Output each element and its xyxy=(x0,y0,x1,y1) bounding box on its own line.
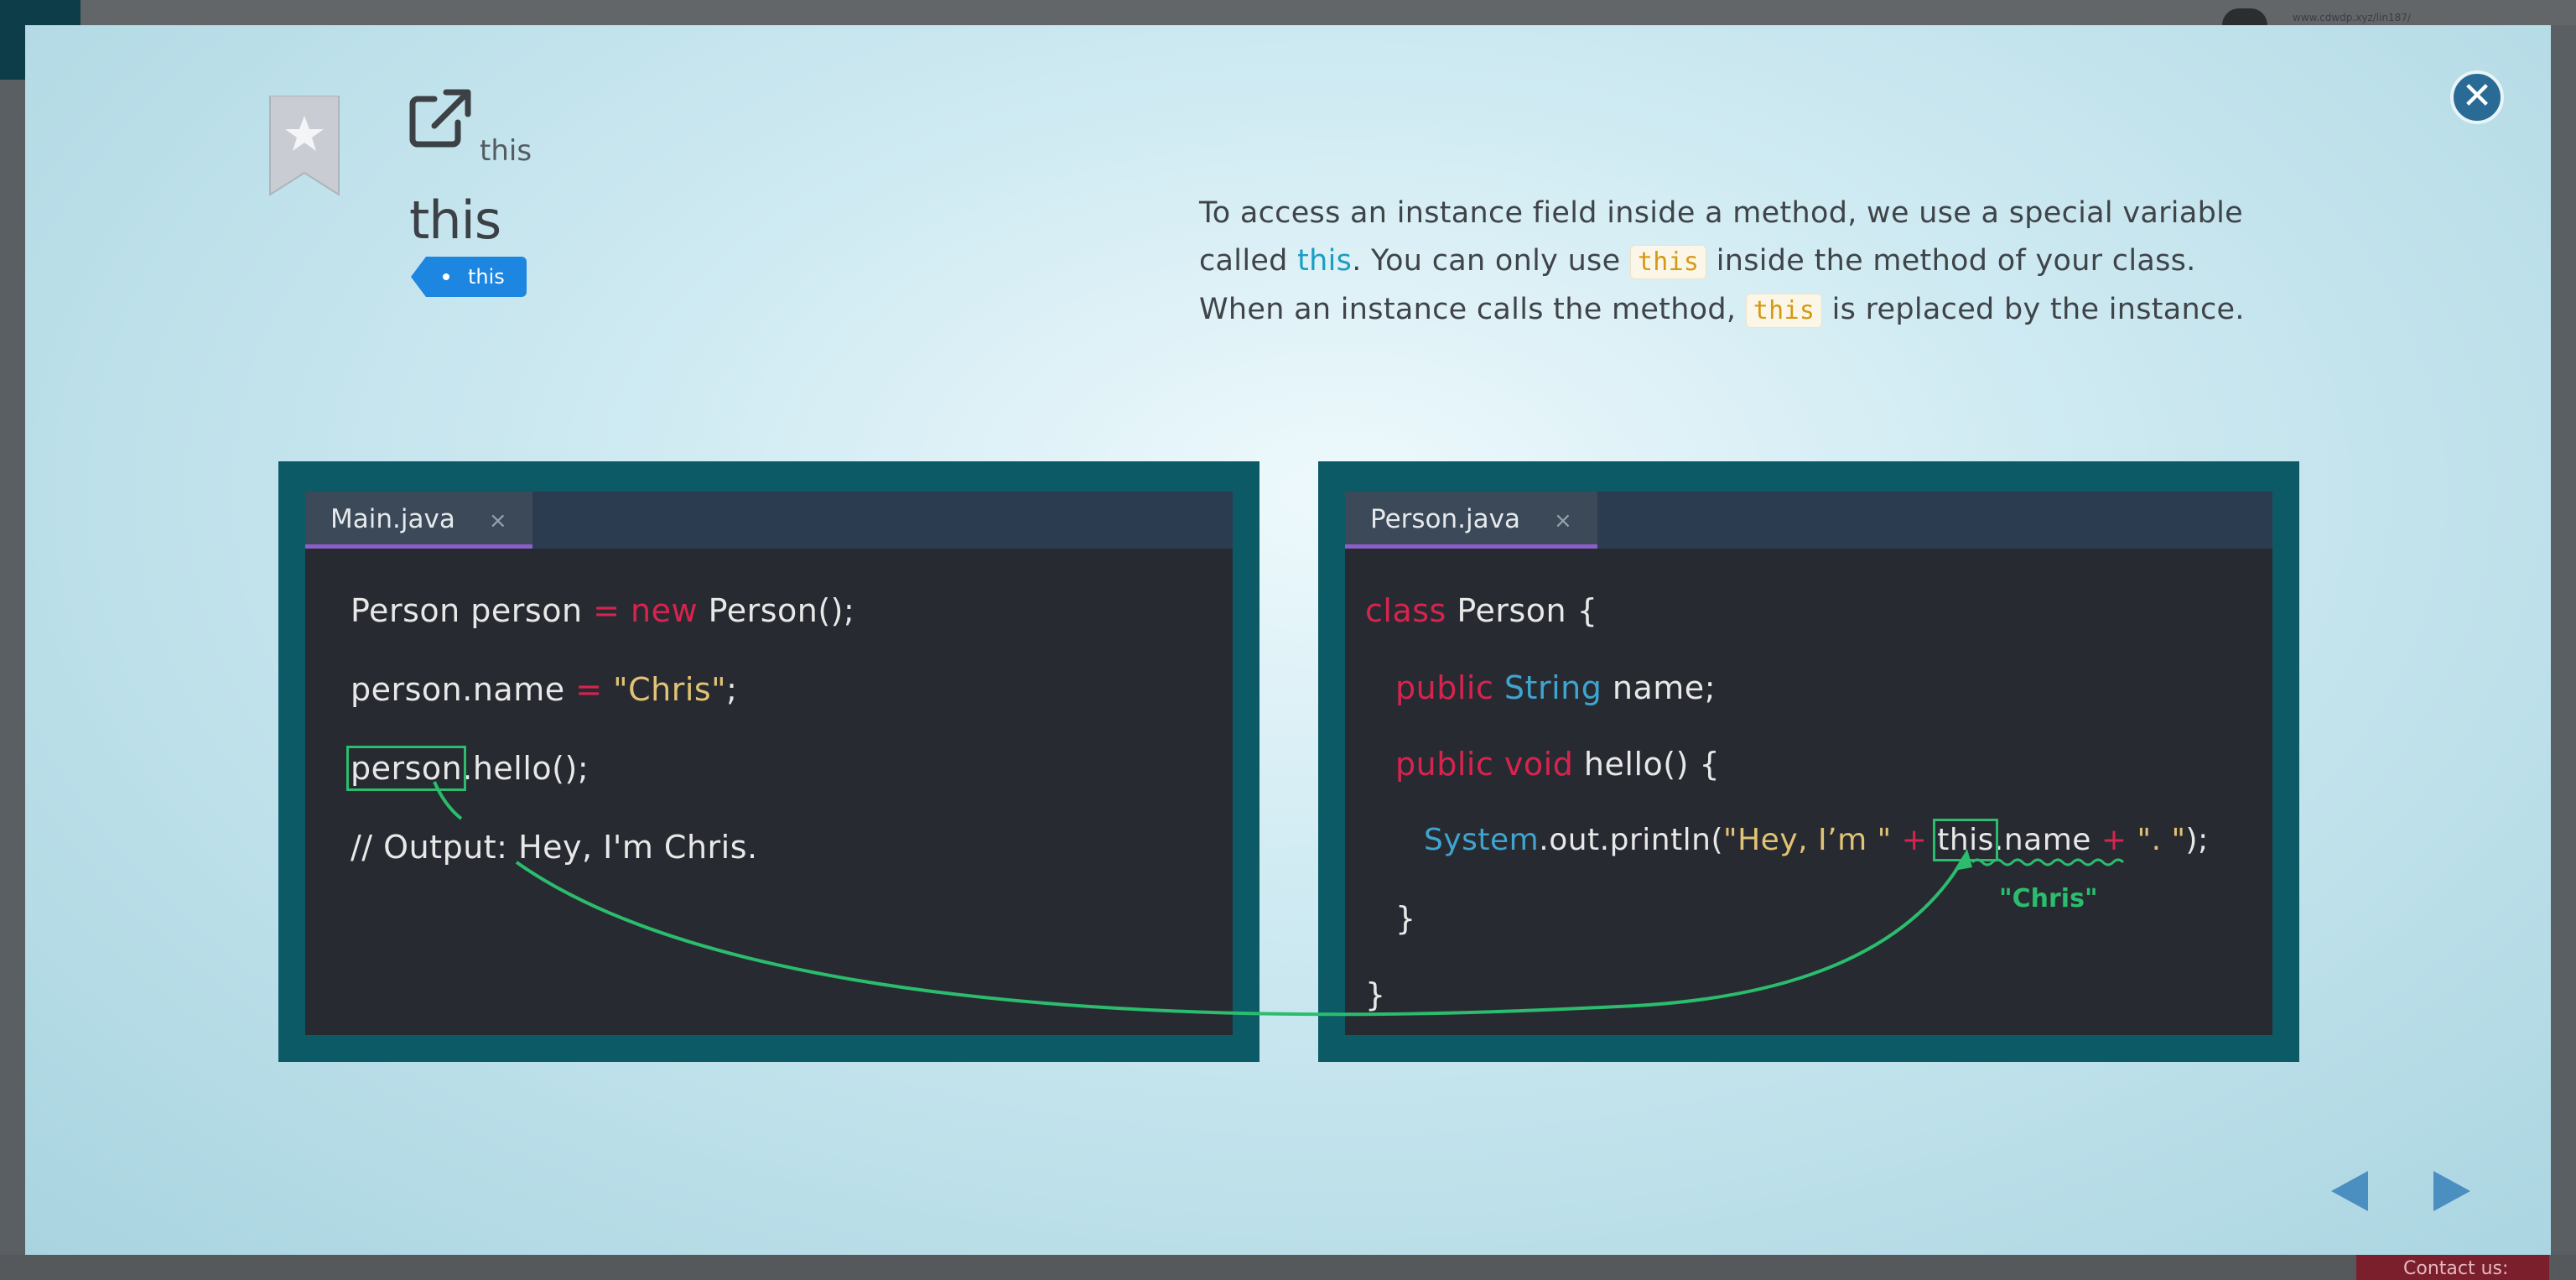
code-token: person.name xyxy=(351,671,576,708)
tab-close-icon[interactable]: × xyxy=(1554,508,1572,533)
code-token: name; xyxy=(1602,669,1716,706)
code-token: Person { xyxy=(1446,592,1598,629)
code-editor: Main.java × Person person = new Person();… xyxy=(305,492,1233,1035)
code-line-4: System.out.println("Hey, I’m " + this.na… xyxy=(1424,819,2209,861)
code-line-2: public String name; xyxy=(1395,669,1716,706)
code-token: ". " xyxy=(2127,823,2186,857)
code-token: new xyxy=(620,592,699,629)
code-token: Person person xyxy=(351,592,594,629)
external-link-icon[interactable] xyxy=(409,89,471,148)
inline-code-this: this xyxy=(1629,245,1707,279)
code-token: ); xyxy=(2185,823,2209,857)
code-token: .name xyxy=(1993,823,2091,857)
desc-text: called xyxy=(1199,244,1298,278)
code-token: "Chris" xyxy=(602,671,727,708)
background-url: www.cdwdp.xyz/lin187/ xyxy=(2293,12,2411,23)
code-editor: Person.java × class Person { public Strin… xyxy=(1345,492,2272,1035)
code-token: "Hey, I’m " xyxy=(1723,823,1892,857)
close-icon[interactable]: ✕ xyxy=(2450,70,2504,124)
code-token: System xyxy=(1424,823,1540,857)
code-line-1: Person person = new Person(); xyxy=(351,592,854,629)
background-page-header xyxy=(0,0,2576,25)
code-token: public xyxy=(1395,669,1494,706)
tab-main-java[interactable]: Main.java × xyxy=(305,492,532,549)
bookmark-icon[interactable] xyxy=(268,96,340,196)
code-token: hello() { xyxy=(1573,746,1721,783)
desc-text: is replaced by the instance. xyxy=(1822,293,2245,326)
tab-label: Main.java xyxy=(330,504,455,534)
editor-tab-bar: Person.java × xyxy=(1345,492,2272,549)
code-token: public void xyxy=(1395,746,1574,783)
editor-tab-bar: Main.java × xyxy=(305,492,1233,549)
highlight-this: this xyxy=(1933,819,1998,861)
annotation-chris: "Chris" xyxy=(1999,884,2098,913)
description-line-2: called this. You can only use this insid… xyxy=(1199,237,2306,286)
tab-label: Person.java xyxy=(1370,504,1520,534)
highlight-person: person xyxy=(345,746,467,791)
code-token: ; xyxy=(726,671,738,708)
main-java-panel: Main.java × Person person = new Person();… xyxy=(278,461,1259,1062)
desc-text: . You can only use xyxy=(1352,244,1630,278)
person-java-panel: Person.java × class Person { public Strin… xyxy=(1318,461,2299,1062)
next-arrow-icon[interactable] xyxy=(2425,1166,2475,1216)
code-line-5: } xyxy=(1395,900,1416,937)
background-avatar xyxy=(2222,8,2267,25)
code-token: String xyxy=(1493,669,1602,706)
card-subtitle: this xyxy=(480,134,532,168)
code-token: .hello(); xyxy=(462,750,589,787)
code-line-3: person.hello(); xyxy=(345,746,589,791)
card-title: this xyxy=(409,190,501,251)
background-page-footer xyxy=(0,1255,2576,1280)
description-text: To access an instance field inside a met… xyxy=(1199,190,2306,335)
modal-dialog: ✕ this this this To access an instance f… xyxy=(25,25,2551,1255)
code-token: = xyxy=(575,671,603,708)
desc-text: inside the method of your class. xyxy=(1706,244,2196,278)
code-token: .out.println( xyxy=(1539,823,1724,857)
description-line-3: When an instance calls the method, this … xyxy=(1199,286,2306,335)
inline-code-this: this xyxy=(1745,294,1823,328)
code-token: = xyxy=(593,592,621,629)
code-token: Person(); xyxy=(698,592,855,629)
code-token: + xyxy=(1891,823,1928,857)
code-token: class xyxy=(1365,592,1446,629)
code-line-6: } xyxy=(1365,976,1386,1013)
tag-this[interactable]: this xyxy=(411,257,527,297)
description-line-1: To access an instance field inside a met… xyxy=(1199,196,2243,230)
prev-arrow-icon[interactable] xyxy=(2326,1166,2376,1216)
code-line-2: person.name = "Chris"; xyxy=(351,671,737,708)
keyword-this: this xyxy=(1297,244,1353,278)
tab-close-icon[interactable]: × xyxy=(489,508,507,533)
code-line-3: public void hello() { xyxy=(1395,746,1720,783)
code-line-1: class Person { xyxy=(1365,592,1597,629)
contact-us-button[interactable]: Contact us: xyxy=(2356,1255,2549,1280)
code-line-4: // Output: Hey, I'm Chris. xyxy=(351,829,758,866)
code-token: + xyxy=(2090,823,2127,857)
tab-person-java[interactable]: Person.java × xyxy=(1345,492,1597,549)
desc-text: When an instance calls the method, xyxy=(1199,293,1746,326)
